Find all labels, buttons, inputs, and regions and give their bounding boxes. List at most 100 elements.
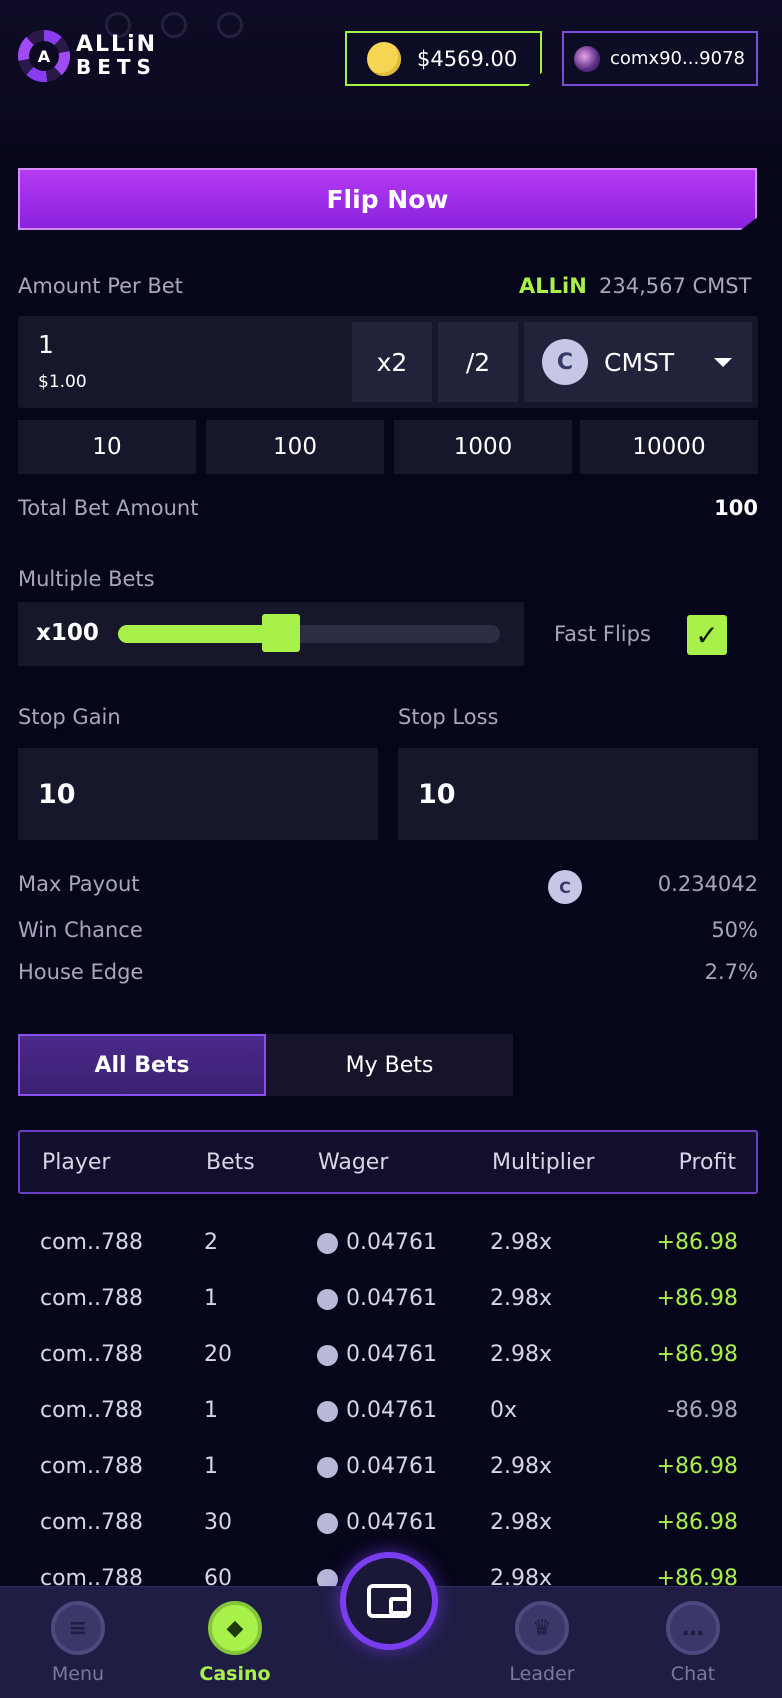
cell-bets: 30 [204, 1510, 232, 1535]
header-fade [0, 112, 782, 167]
slider-fill [118, 625, 281, 643]
nav-casino-label: Casino [199, 1663, 271, 1685]
multiple-bets-label: Multiple Bets [18, 567, 155, 591]
double-button[interactable]: x2 [352, 322, 432, 402]
table-row[interactable]: com..788 1 0.04761 2.98x +86.98 [18, 1440, 758, 1496]
table-row[interactable]: com..788 30 0.04761 2.98x +86.98 [18, 1496, 758, 1552]
cell-wager: 0.04761 [346, 1454, 437, 1479]
cell-bets: 1 [204, 1454, 218, 1479]
check-icon: ✓ [695, 618, 719, 652]
quick-amount-1000[interactable]: 1000 [394, 420, 572, 474]
cell-profit: +86.98 [656, 1510, 738, 1535]
table-row[interactable]: com..788 2 0.04761 2.98x +86.98 [18, 1216, 758, 1272]
table-header: Player Bets Wager Multiplier Profit [18, 1130, 758, 1194]
amount-input[interactable]: 1 $1.00 x2 /2 C CMST [18, 316, 758, 408]
currency-label: CMST [604, 347, 675, 377]
nav-leader[interactable]: ♛ Leader [482, 1587, 602, 1698]
quick-amount-100[interactable]: 100 [206, 420, 384, 474]
sound-icon [161, 12, 187, 38]
header-bets: Bets [206, 1150, 255, 1175]
header-player: Player [42, 1150, 111, 1175]
cmst-token-icon [317, 1345, 338, 1366]
cmst-token-icon [317, 1233, 338, 1254]
slider-handle[interactable] [261, 614, 300, 652]
house-edge-value: 2.7% [704, 960, 758, 984]
table-row[interactable]: com..788 1 0.04761 0x -86.98 [18, 1384, 758, 1440]
cell-wager: 0.04761 [346, 1286, 437, 1311]
win-chance-value: 50% [711, 918, 758, 942]
cmst-token-icon [317, 1401, 338, 1422]
max-payout-value: 0.234042 [657, 872, 758, 896]
half-button[interactable]: /2 [438, 322, 518, 402]
house-edge-row: House Edge 2.7% [18, 960, 758, 990]
stop-gain-input[interactable]: 10 [18, 748, 378, 840]
cell-player: com..788 [40, 1454, 143, 1479]
chat-icon: … [666, 1601, 720, 1655]
nav-leader-label: Leader [509, 1663, 575, 1685]
cell-wager: 0.04761 [346, 1398, 437, 1423]
stop-loss-input[interactable]: 10 [398, 748, 758, 840]
cmst-token-icon [317, 1513, 338, 1534]
cell-player: com..788 [40, 1230, 143, 1255]
bets-tabs: All Bets My Bets [18, 1034, 513, 1096]
nav-menu-label: Menu [51, 1663, 105, 1685]
header-multiplier: Multiplier [492, 1150, 595, 1175]
max-payout-row: Max Payout C 0.234042 [18, 870, 758, 904]
slider-track[interactable] [118, 614, 500, 652]
balance-display[interactable]: $4569.00 [345, 31, 542, 86]
multiple-bets-slider[interactable]: x100 [18, 602, 524, 666]
logo-title: ALLiN [76, 32, 158, 57]
flip-now-button[interactable]: Flip Now [18, 168, 757, 230]
tab-my-bets[interactable]: My Bets [266, 1034, 513, 1096]
cell-wager: 0.04761 [346, 1510, 437, 1535]
nav-chat[interactable]: … Chat [633, 1587, 753, 1698]
cell-player: com..788 [40, 1510, 143, 1535]
menu-icon: ≡ [51, 1601, 105, 1655]
quick-amount-10[interactable]: 10 [18, 420, 196, 474]
total-bet-value: 100 [714, 496, 758, 520]
cell-bets: 1 [204, 1286, 218, 1311]
nav-chat-label: Chat [670, 1663, 716, 1685]
cell-bets: 2 [204, 1230, 218, 1255]
cell-wager: 0.04761 [346, 1230, 437, 1255]
fast-flips-checkbox[interactable]: ✓ [687, 615, 727, 655]
header-wager: Wager [318, 1150, 389, 1175]
cell-profit: +86.98 [656, 1286, 738, 1311]
cell-profit: +86.98 [656, 1342, 738, 1367]
amount-usd: $1.00 [38, 372, 87, 392]
help-icon [217, 12, 243, 38]
nav-casino[interactable]: ◆ Casino [175, 1587, 295, 1698]
wallet-button[interactable] [340, 1552, 438, 1650]
max-payout-label: Max Payout [18, 872, 140, 896]
cell-multiplier: 2.98x [490, 1510, 553, 1535]
cell-profit: +86.98 [656, 1454, 738, 1479]
cmst-token-icon [317, 1457, 338, 1478]
multiple-bets-value: x100 [36, 620, 99, 646]
cell-player: com..788 [40, 1342, 143, 1367]
brand-logo[interactable]: A ALLiN BETS [18, 30, 157, 82]
cell-multiplier: 2.98x [490, 1230, 553, 1255]
amount-value: 1 [38, 330, 54, 359]
casino-icon: ◆ [208, 1601, 262, 1655]
amount-per-bet-label: Amount Per Bet [18, 274, 183, 298]
cell-bets: 20 [204, 1342, 232, 1367]
avatar [574, 45, 600, 72]
win-chance-label: Win Chance [18, 918, 143, 942]
quick-amount-10000[interactable]: 10000 [580, 420, 758, 474]
header-profit: Profit [678, 1150, 736, 1175]
table-row[interactable]: com..788 20 0.04761 2.98x +86.98 [18, 1328, 758, 1384]
cmst-token-icon: C [542, 339, 588, 385]
total-bet-label: Total Bet Amount [18, 496, 199, 520]
cell-player: com..788 [40, 1286, 143, 1311]
holding-amount: 234,567 CMST [599, 274, 752, 298]
cell-profit: -86.98 [667, 1398, 738, 1423]
account-button[interactable]: comx90...9078 [562, 31, 758, 86]
cmst-token-icon [317, 1289, 338, 1310]
nav-menu[interactable]: ≡ Menu [18, 1587, 138, 1698]
win-chance-row: Win Chance 50% [18, 918, 758, 948]
tab-all-bets[interactable]: All Bets [18, 1034, 266, 1096]
cell-multiplier: 2.98x [490, 1342, 553, 1367]
table-row[interactable]: com..788 1 0.04761 2.98x +86.98 [18, 1272, 758, 1328]
cell-bets: 1 [204, 1398, 218, 1423]
currency-select[interactable]: C CMST [524, 322, 752, 402]
